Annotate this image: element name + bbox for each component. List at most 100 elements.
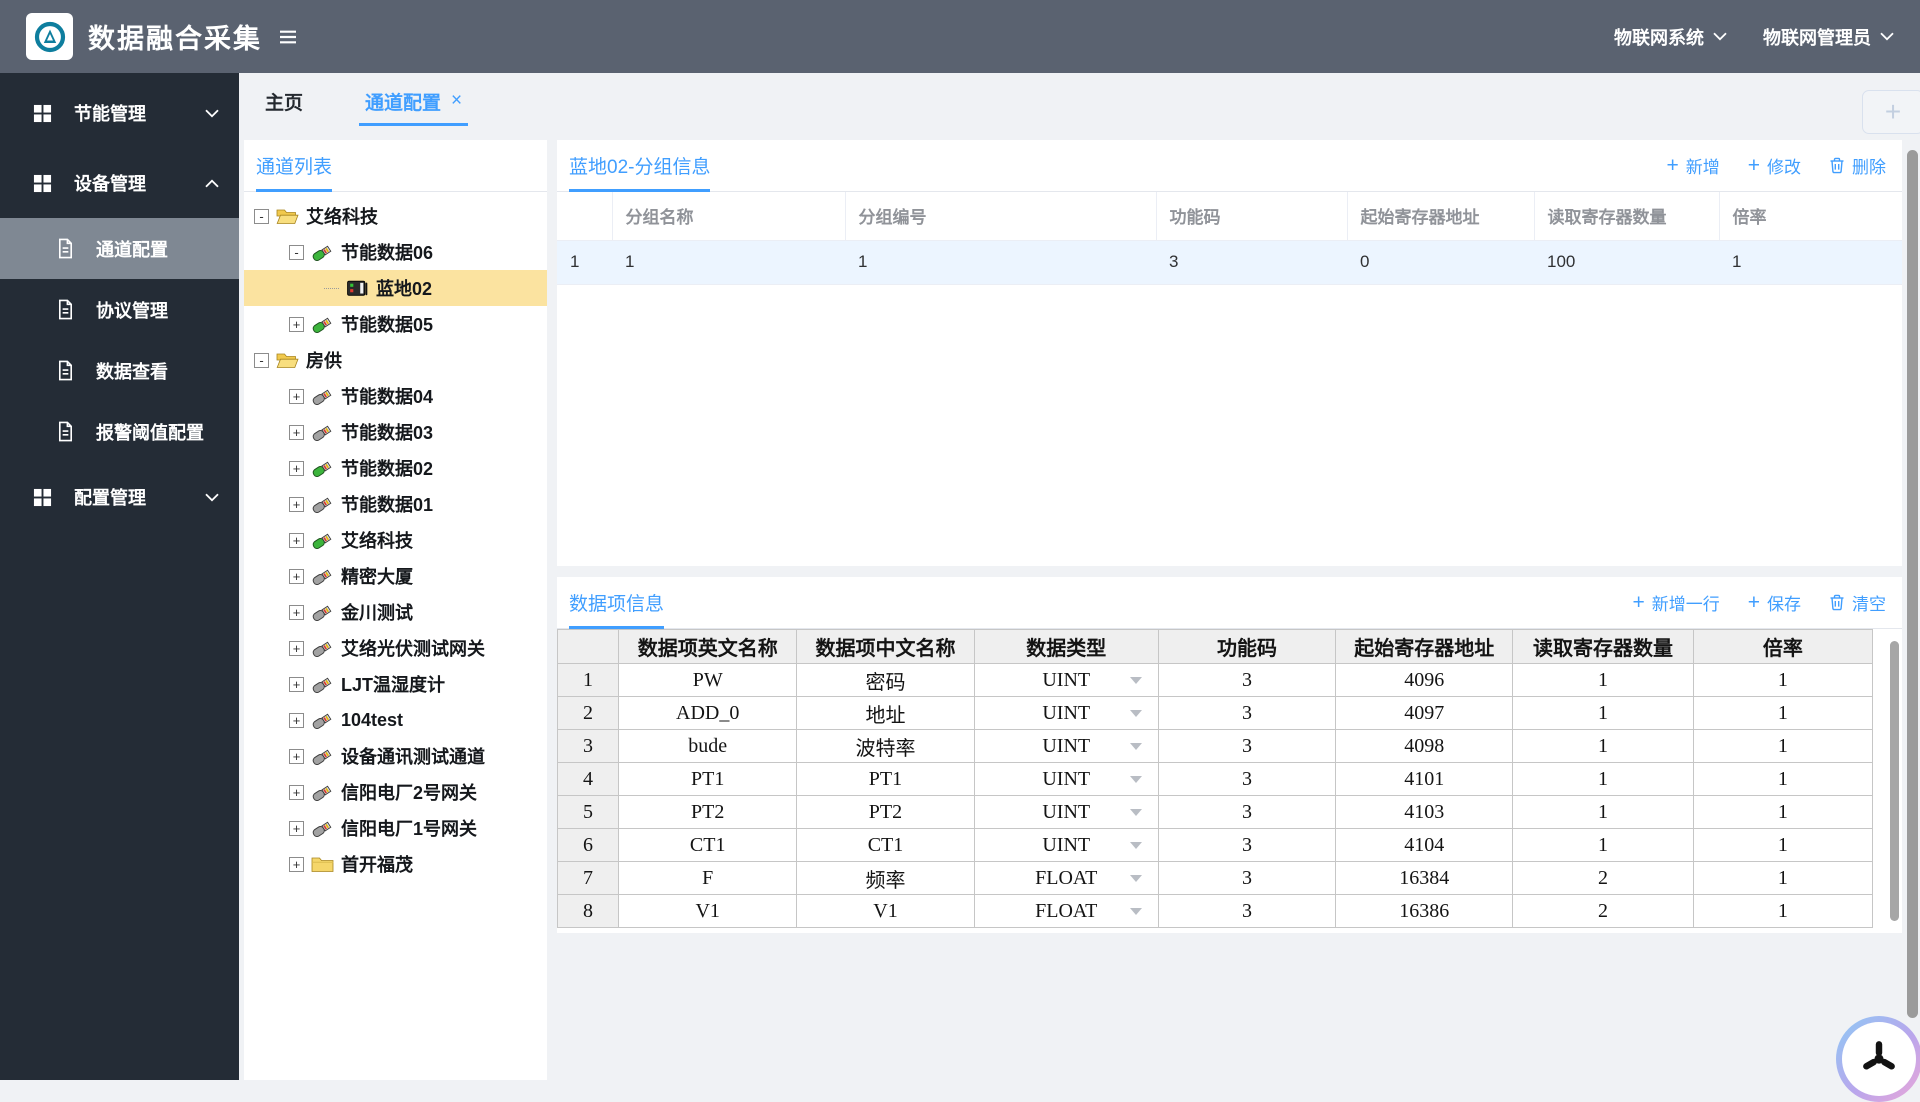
tree-node[interactable]: + 艾络科技: [244, 522, 547, 558]
data-type-select[interactable]: UINT: [973, 663, 1159, 697]
editable-cell[interactable]: 1: [1692, 828, 1874, 862]
sidebar-item-1-0[interactable]: 通道配置: [0, 218, 239, 279]
editable-cell[interactable]: 1: [1692, 729, 1874, 763]
tree-node[interactable]: + 首开福茂: [244, 846, 547, 882]
editable-cell[interactable]: V1: [796, 894, 975, 928]
editable-cell[interactable]: 3: [1157, 894, 1337, 928]
editable-cell[interactable]: 16384: [1335, 861, 1514, 895]
sidebar-item-1-3[interactable]: 报警阈值配置: [0, 401, 239, 462]
editable-cell[interactable]: ADD_0: [618, 696, 798, 730]
dropdown-caret-icon[interactable]: [1129, 875, 1142, 882]
tree-expander-plus[interactable]: +: [289, 568, 304, 584]
tab-1[interactable]: 通道配置 ×: [349, 73, 478, 129]
group-add-button[interactable]: + 新增: [1666, 153, 1719, 178]
tree-node[interactable]: + 节能数据05: [244, 306, 547, 342]
tree-node[interactable]: + 节能数据04: [244, 378, 547, 414]
tree-node[interactable]: + 节能数据02: [244, 450, 547, 486]
sidebar-group-1[interactable]: 设备管理: [0, 148, 239, 218]
save-button[interactable]: + 保存: [1748, 590, 1801, 615]
editable-cell[interactable]: V1: [618, 894, 798, 928]
tree-node[interactable]: + 艾络光伏测试网关: [244, 630, 547, 666]
editable-cell[interactable]: 1: [1692, 795, 1874, 829]
editable-cell[interactable]: 1: [1512, 696, 1694, 730]
editable-cell[interactable]: 4103: [1335, 795, 1514, 829]
editable-cell[interactable]: 4097: [1335, 696, 1514, 730]
tree-expander-plus[interactable]: +: [289, 676, 304, 692]
tree-expander-plus[interactable]: +: [289, 748, 304, 764]
tab-0[interactable]: 主页: [249, 73, 319, 129]
tree-node[interactable]: + 设备通讯测试通道: [244, 738, 547, 774]
editable-cell[interactable]: 1: [1692, 663, 1874, 697]
editable-cell[interactable]: 频率: [796, 861, 975, 895]
editable-cell[interactable]: 3: [1157, 861, 1337, 895]
sidebar-group-0[interactable]: 节能管理: [0, 78, 239, 148]
data-type-select[interactable]: FLOAT: [973, 894, 1159, 928]
editable-cell[interactable]: PT2: [618, 795, 798, 829]
data-type-select[interactable]: UINT: [973, 795, 1159, 829]
dropdown-caret-icon[interactable]: [1129, 908, 1142, 915]
tree-expander-plus[interactable]: +: [289, 424, 304, 440]
tree-expander-minus[interactable]: -: [254, 208, 269, 224]
editable-cell[interactable]: 4098: [1335, 729, 1514, 763]
editable-cell[interactable]: 3: [1157, 762, 1337, 796]
dropdown-caret-icon[interactable]: [1129, 743, 1142, 750]
tree-expander-plus[interactable]: +: [289, 712, 304, 728]
editable-cell[interactable]: 3: [1157, 663, 1337, 697]
editable-cell[interactable]: PT1: [618, 762, 798, 796]
editable-cell[interactable]: 1: [1692, 696, 1874, 730]
tree-node[interactable]: - 艾络科技: [244, 198, 547, 234]
editable-cell[interactable]: F: [618, 861, 798, 895]
editable-cell[interactable]: 1: [1512, 795, 1694, 829]
editable-cell[interactable]: 2: [1512, 861, 1694, 895]
close-icon[interactable]: ×: [451, 90, 462, 112]
editable-cell[interactable]: 4101: [1335, 762, 1514, 796]
system-menu[interactable]: 物联网系统: [1614, 24, 1727, 50]
dropdown-caret-icon[interactable]: [1129, 809, 1142, 816]
editable-cell[interactable]: PW: [618, 663, 798, 697]
sidebar-toggle-icon[interactable]: [278, 29, 298, 45]
editable-cell[interactable]: 3: [1157, 729, 1337, 763]
editable-cell[interactable]: 4104: [1335, 828, 1514, 862]
editable-cell[interactable]: bude: [618, 729, 798, 763]
tree-expander-plus[interactable]: +: [289, 604, 304, 620]
tree-node[interactable]: + 信阳电厂1号网关: [244, 810, 547, 846]
tree-expander-plus[interactable]: +: [289, 460, 304, 476]
group-delete-button[interactable]: 删除: [1829, 153, 1886, 178]
items-table-scrollbar[interactable]: [1890, 641, 1899, 921]
tree-expander-plus[interactable]: +: [289, 856, 304, 872]
tree-expander-minus[interactable]: -: [289, 244, 304, 260]
dropdown-caret-icon[interactable]: [1129, 677, 1142, 684]
clear-button[interactable]: 清空: [1829, 590, 1886, 615]
editable-cell[interactable]: CT1: [796, 828, 975, 862]
tree-expander-minus[interactable]: -: [254, 352, 269, 368]
group-edit-button[interactable]: + 修改: [1748, 153, 1801, 178]
editable-cell[interactable]: 16386: [1335, 894, 1514, 928]
tree-node[interactable]: + 节能数据03: [244, 414, 547, 450]
tree-node[interactable]: + LJT温湿度计: [244, 666, 547, 702]
tree-expander-plus[interactable]: +: [289, 640, 304, 656]
editable-cell[interactable]: 波特率: [796, 729, 975, 763]
tree-node[interactable]: +104test: [244, 702, 547, 738]
data-type-select[interactable]: UINT: [973, 762, 1159, 796]
editable-cell[interactable]: 1: [1692, 762, 1874, 796]
editable-cell[interactable]: 3: [1157, 828, 1337, 862]
editable-cell[interactable]: PT2: [796, 795, 975, 829]
tree-expander-plus[interactable]: +: [289, 532, 304, 548]
data-type-select[interactable]: FLOAT: [973, 861, 1159, 895]
dropdown-caret-icon[interactable]: [1129, 842, 1142, 849]
add-row-button[interactable]: + 新增一行: [1632, 590, 1719, 615]
editable-cell[interactable]: 密码: [796, 663, 975, 697]
editable-cell[interactable]: 3: [1157, 795, 1337, 829]
tree-node[interactable]: - 房供: [244, 342, 547, 378]
tree-expander-plus[interactable]: +: [289, 820, 304, 836]
tree-node[interactable]: + 金川测试: [244, 594, 547, 630]
tree-node[interactable]: + 精密大厦: [244, 558, 547, 594]
table-row[interactable]: 1 1 1 3 0 100 1: [557, 240, 1902, 285]
assistant-float-button[interactable]: [1836, 1016, 1920, 1102]
user-menu[interactable]: 物联网管理员: [1763, 24, 1894, 50]
page-scrollbar[interactable]: [1907, 150, 1918, 1018]
add-tab-button[interactable]: +: [1862, 90, 1920, 134]
sidebar-item-1-2[interactable]: 数据查看: [0, 340, 239, 401]
tree-node[interactable]: - 节能数据06: [244, 234, 547, 270]
tree-expander-plus[interactable]: +: [289, 496, 304, 512]
